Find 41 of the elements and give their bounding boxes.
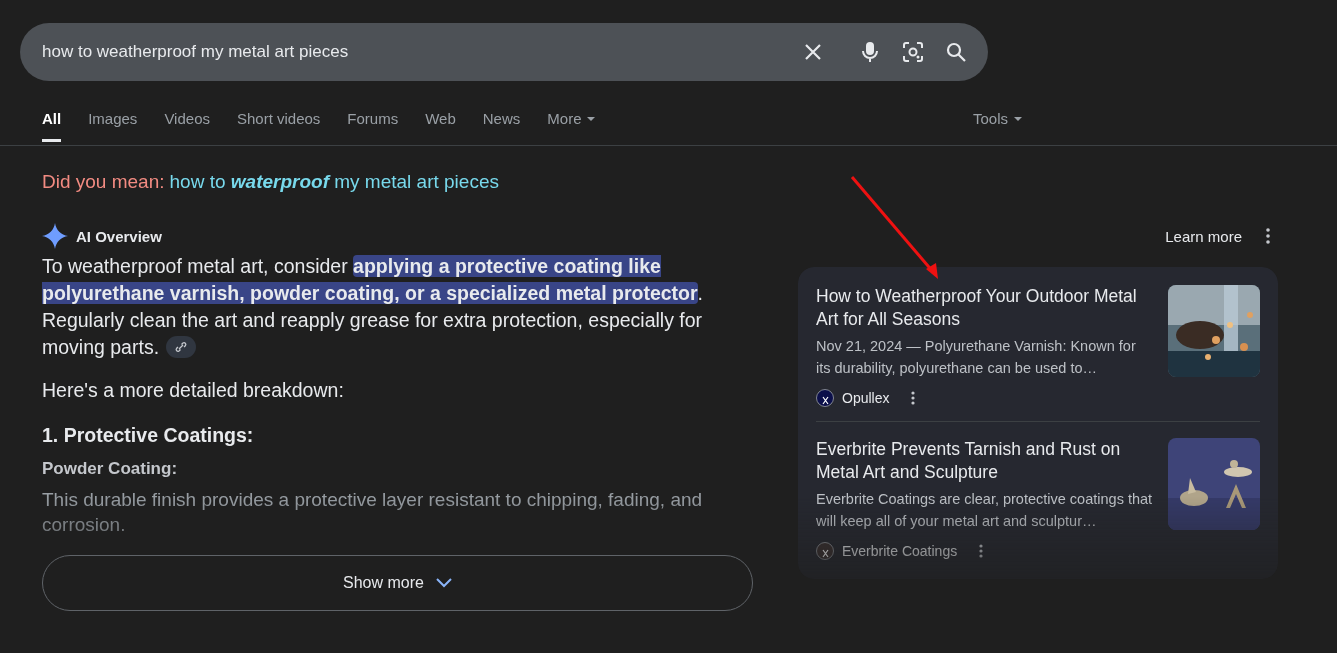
- search-icon[interactable]: [946, 42, 966, 62]
- item-text: This durable finish provides a protective layer resistant to chipping, fading, and corrosion.: [42, 488, 704, 537]
- suggestion-link[interactable]: how to waterproof my metal art pieces: [169, 171, 499, 193]
- item-heading: Powder Coating:: [42, 459, 179, 479]
- source-title-link[interactable]: How to Weatherproof Your Outdoor Metal Art for All Seasons: [816, 285, 1154, 331]
- search-tab[interactable]: Videos: [164, 110, 210, 142]
- tools-tab[interactable]: Tools: [972, 110, 1022, 142]
- search-tab[interactable]: More: [547, 110, 596, 142]
- more-options-icon[interactable]: [911, 391, 916, 405]
- search-tab[interactable]: Short videos: [236, 110, 321, 142]
- section-heading: 1. Protective Coatings:: [42, 424, 255, 447]
- search-query: how to weatherproof my metal art pieces: [42, 42, 350, 62]
- caret-icon: [587, 117, 596, 121]
- site-name: Opullex: [842, 390, 890, 406]
- overview-paragraph: To weatherproof metal art, consider applying a protective coating like polyurethane varnish, powder coating, or a specialized metal protector. Regularly clean the art and reapply grease for extra protection, especially for moving parts.: [42, 254, 704, 360]
- close-icon[interactable]: [803, 42, 823, 62]
- camera-icon[interactable]: [902, 41, 924, 63]
- sparkle-icon: [42, 223, 68, 249]
- more-options-icon[interactable]: [979, 544, 984, 558]
- source-title-link[interactable]: Everbrite Prevents Tarnish and Rust on Metal Art and Sculpture: [816, 438, 1154, 484]
- search-tab[interactable]: Forums: [347, 110, 399, 142]
- search-tab[interactable]: All: [42, 110, 62, 142]
- site-logo-icon: [816, 389, 834, 407]
- search-tab[interactable]: Images: [88, 110, 138, 142]
- breakdown-text: Here's a more detailed breakdown:: [42, 378, 345, 403]
- did-you-mean-label: Did you mean:: [42, 171, 165, 193]
- link-icon[interactable]: [166, 336, 197, 358]
- search-field[interactable]: how to weatherproof my metal art pieces: [20, 23, 988, 81]
- show-more-button[interactable]: Show more: [42, 555, 753, 611]
- site-logo-icon: [816, 542, 834, 560]
- more-options-icon[interactable]: [1266, 228, 1270, 244]
- chevron-down-icon: [435, 578, 452, 588]
- source-snippet: Nov 21, 2024 — Polyurethane Varnish: Known for its durability, polyurethane can be used to…: [816, 337, 1137, 378]
- search-tab[interactable]: Web: [425, 110, 456, 142]
- site-name: Everbrite Coatings: [842, 543, 958, 559]
- microphone-icon[interactable]: [860, 41, 880, 63]
- source-snippet: Everbrite Coatings are clear, protective coatings that will keep all of your metal art and sculptur…: [816, 490, 1154, 531]
- learn-more-link[interactable]: Learn more: [1165, 227, 1242, 245]
- overview-title: AI Overview: [76, 227, 162, 245]
- search-tab[interactable]: News: [482, 110, 521, 142]
- caret-icon: [1014, 117, 1022, 121]
